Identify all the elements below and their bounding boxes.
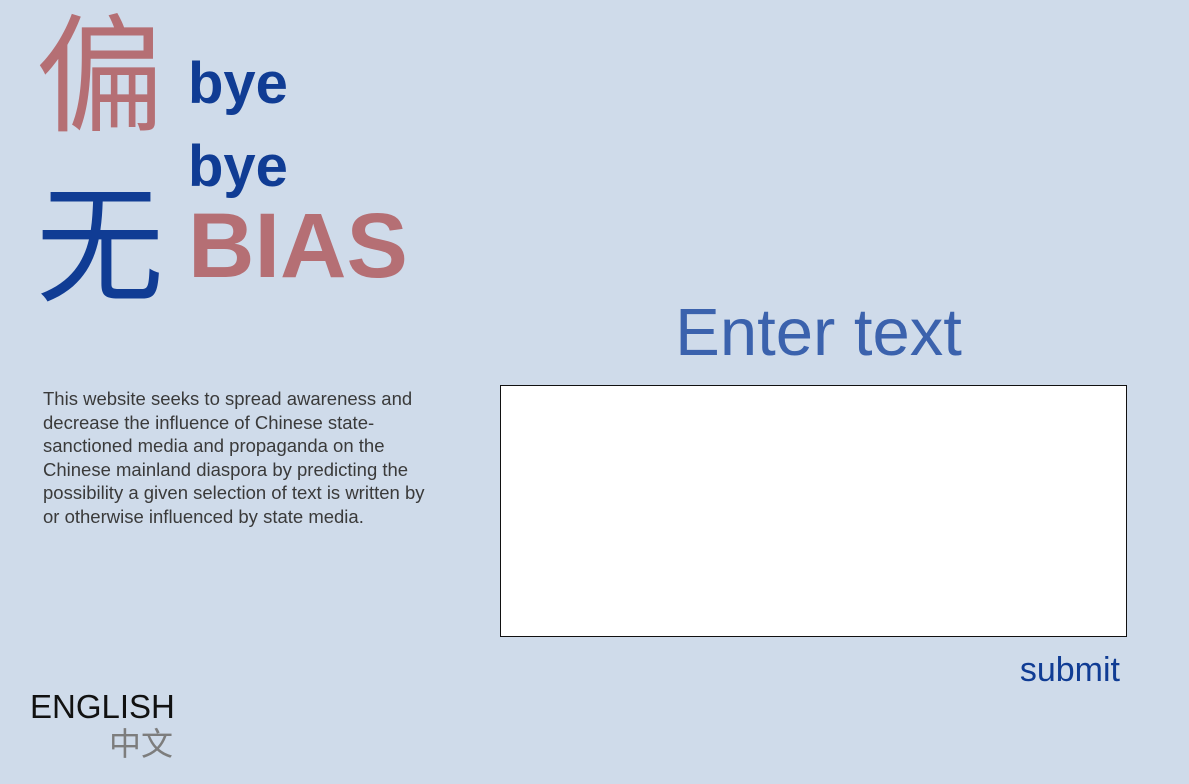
logo-word-bias: BIAS bbox=[188, 195, 408, 297]
logo-char-pian: 偏 bbox=[36, 3, 165, 152]
logo-char-wu: 无 bbox=[36, 173, 165, 322]
language-option-english[interactable]: ENGLISH bbox=[30, 688, 175, 725]
site-description: This website seeks to spread awareness a… bbox=[43, 388, 425, 527]
input-heading: Enter text bbox=[675, 295, 962, 370]
submit-button[interactable]: submit bbox=[1000, 650, 1120, 691]
logo-word-bye-2: bye bbox=[188, 134, 288, 199]
logo-word-bye-1: bye bbox=[188, 51, 288, 116]
text-input[interactable] bbox=[500, 385, 1127, 637]
language-option-chinese[interactable]: 中文 bbox=[30, 726, 173, 762]
